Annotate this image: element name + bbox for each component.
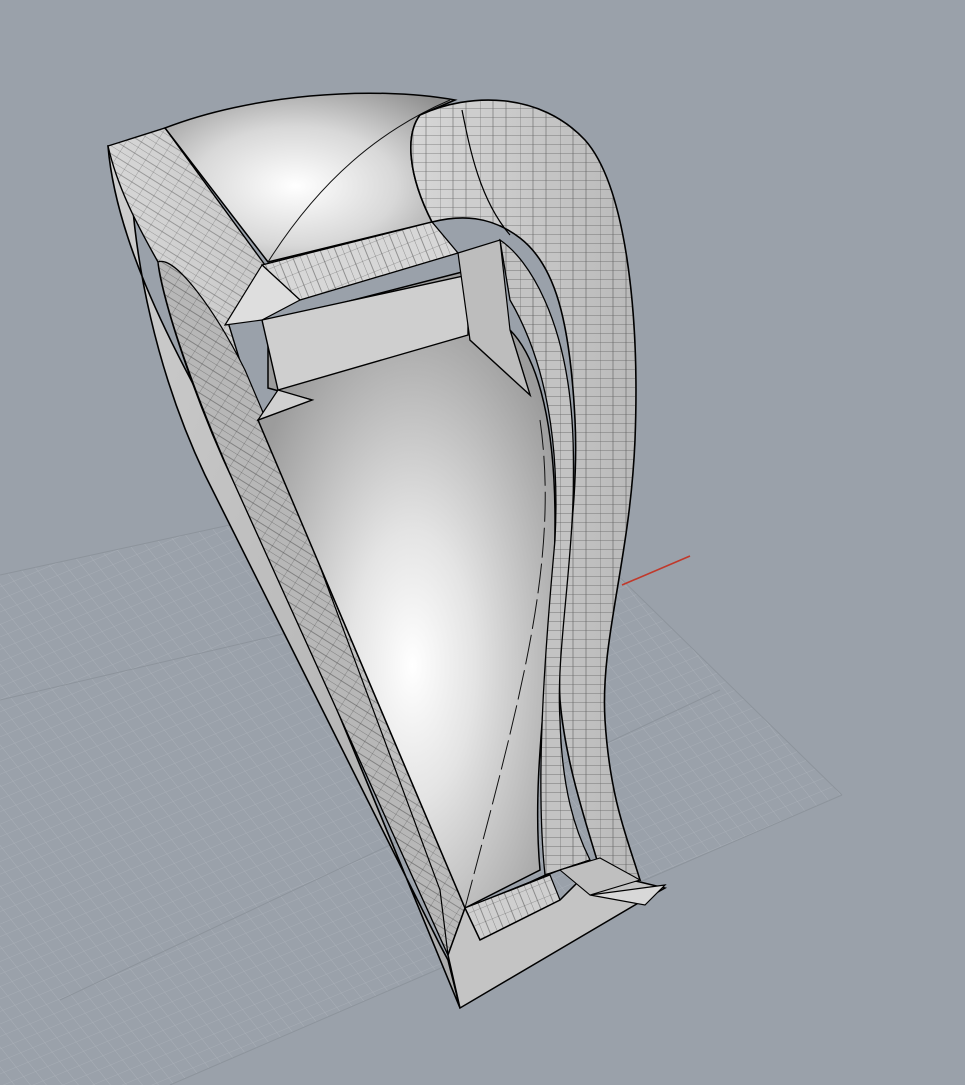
viewport-canvas[interactable] [0, 0, 965, 1085]
x-axis-line [621, 555, 691, 586]
3d-viewport[interactable] [0, 0, 965, 1085]
